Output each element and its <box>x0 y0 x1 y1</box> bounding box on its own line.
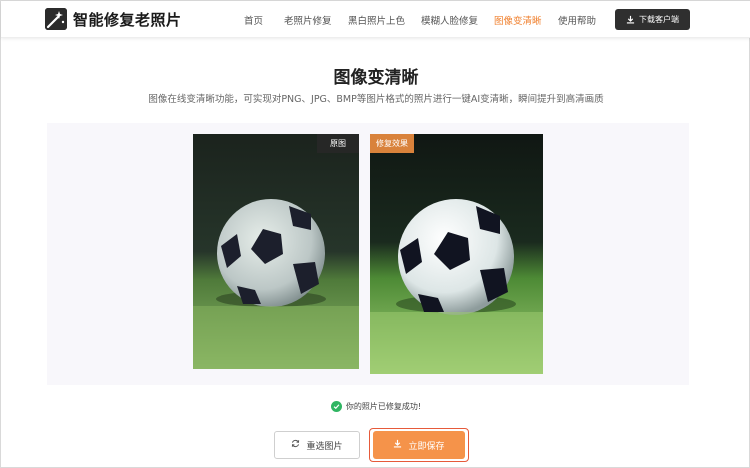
top-nav-bar: 智能修复老照片 首页 老照片修复 黑白照片上色 模糊人脸修复 图像变清晰 使用帮… <box>1 1 750 38</box>
reselect-label: 重选图片 <box>306 441 343 452</box>
download-icon <box>393 439 402 451</box>
original-badge: 原图 <box>317 134 359 153</box>
enhanced-photo: 修复效果 <box>370 134 543 374</box>
repair-status: 你的照片已修复成功! <box>1 401 750 412</box>
reselect-image-button[interactable]: 重选图片 <box>274 431 360 459</box>
status-text: 你的照片已修复成功! <box>345 402 422 411</box>
save-label: 立即保存 <box>408 441 445 452</box>
magic-wand-icon[interactable] <box>45 8 67 30</box>
nav-item-help[interactable]: 使用帮助 <box>558 13 596 27</box>
save-now-button[interactable]: 立即保存 <box>373 431 465 459</box>
original-photo: 原图 <box>193 134 359 369</box>
download-icon <box>626 15 635 24</box>
nav-item-face-repair[interactable]: 模糊人脸修复 <box>421 13 478 27</box>
nav-item-old-photo-repair[interactable]: 老照片修复 <box>284 13 332 27</box>
nav-item-home[interactable]: 首页 <box>244 13 263 27</box>
download-client-label: 下载客户端 <box>639 15 679 24</box>
page-subtitle: 图像在线变清晰功能，可实现对PNG、JPG、BMP等图片格式的照片进行一键AI变… <box>148 94 604 105</box>
nav-item-image-sharpen[interactable]: 图像变清晰 <box>494 13 542 27</box>
refresh-icon <box>291 439 300 451</box>
check-circle-icon <box>330 401 342 412</box>
nav-item-colorize[interactable]: 黑白照片上色 <box>348 13 405 27</box>
compare-panel <box>47 123 689 385</box>
enhanced-badge: 修复效果 <box>370 134 414 153</box>
download-client-button[interactable]: 下载客户端 <box>615 9 690 30</box>
app-title[interactable]: 智能修复老照片 <box>73 9 182 30</box>
page-title: 图像变清晰 <box>333 68 419 88</box>
